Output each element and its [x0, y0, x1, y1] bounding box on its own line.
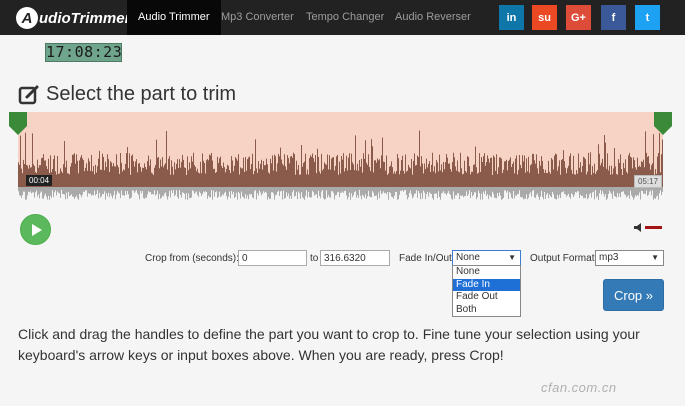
chevron-down-icon: ▼ [508, 253, 516, 262]
logo[interactable]: A udioTrimmer [16, 5, 130, 31]
fade-option-fade-in[interactable]: Fade In [453, 278, 520, 291]
right-trim-handle[interactable] [654, 112, 672, 136]
googleplus-icon[interactable]: G+ [566, 5, 591, 30]
crop-button[interactable]: Crop » [603, 279, 664, 311]
play-button[interactable] [20, 214, 51, 245]
edit-icon [18, 85, 39, 104]
start-time-label: 00:04 [26, 175, 53, 186]
nav-mp3-converter[interactable]: Mp3 Converter [210, 0, 305, 35]
clock-display: 17:08:23 [45, 43, 123, 62]
volume-control[interactable] [634, 223, 662, 232]
play-icon [31, 223, 42, 236]
logo-badge: A [16, 7, 38, 29]
stumbleupon-icon[interactable]: su [532, 5, 557, 30]
fade-select[interactable]: None ▼ [452, 250, 521, 266]
fade-select-value: None [456, 252, 480, 263]
left-trim-handle[interactable] [9, 112, 27, 136]
waveform[interactable] [18, 112, 663, 202]
fade-dropdown-list: None Fade In Fade Out Both [452, 265, 521, 317]
waveform-editor[interactable]: 00:04 05:17 [9, 112, 672, 202]
navbar: A udioTrimmer Audio Trimmer Mp3 Converte… [0, 0, 685, 35]
output-format-value: mp3 [599, 252, 619, 263]
speaker-icon [634, 223, 641, 232]
fade-option-fade-out[interactable]: Fade Out [453, 291, 520, 304]
fade-label: Fade In/Out [399, 253, 452, 264]
output-format-label: Output Format [530, 253, 595, 264]
page-title: Select the part to trim [46, 83, 237, 105]
to-label: to [310, 253, 319, 264]
fade-option-none[interactable]: None [453, 266, 520, 279]
twitter-icon[interactable]: t [635, 5, 660, 30]
nav-tempo-changer[interactable]: Tempo Changer [295, 0, 395, 35]
watermark: cfan.com.cn [541, 380, 617, 395]
crop-from-input[interactable] [238, 250, 307, 266]
linkedin-icon[interactable]: in [499, 5, 524, 30]
volume-slider[interactable] [645, 226, 662, 229]
page-heading: Select the part to trim [18, 83, 236, 106]
end-time-label: 05:17 [634, 175, 663, 188]
logo-text: udioTrimmer [39, 9, 131, 27]
crop-to-input[interactable] [320, 250, 390, 266]
facebook-icon[interactable]: f [601, 5, 626, 30]
chevron-down-icon: ▼ [651, 253, 659, 262]
output-format-select[interactable]: mp3 ▼ [595, 250, 664, 266]
crop-from-label: Crop from (seconds): [145, 253, 239, 264]
nav-audio-trimmer[interactable]: Audio Trimmer [127, 0, 221, 35]
nav-audio-reverser[interactable]: Audio Reverser [384, 0, 482, 35]
instructions-text: Click and drag the handles to define the… [18, 326, 640, 363]
fade-option-both[interactable]: Both [453, 304, 520, 317]
